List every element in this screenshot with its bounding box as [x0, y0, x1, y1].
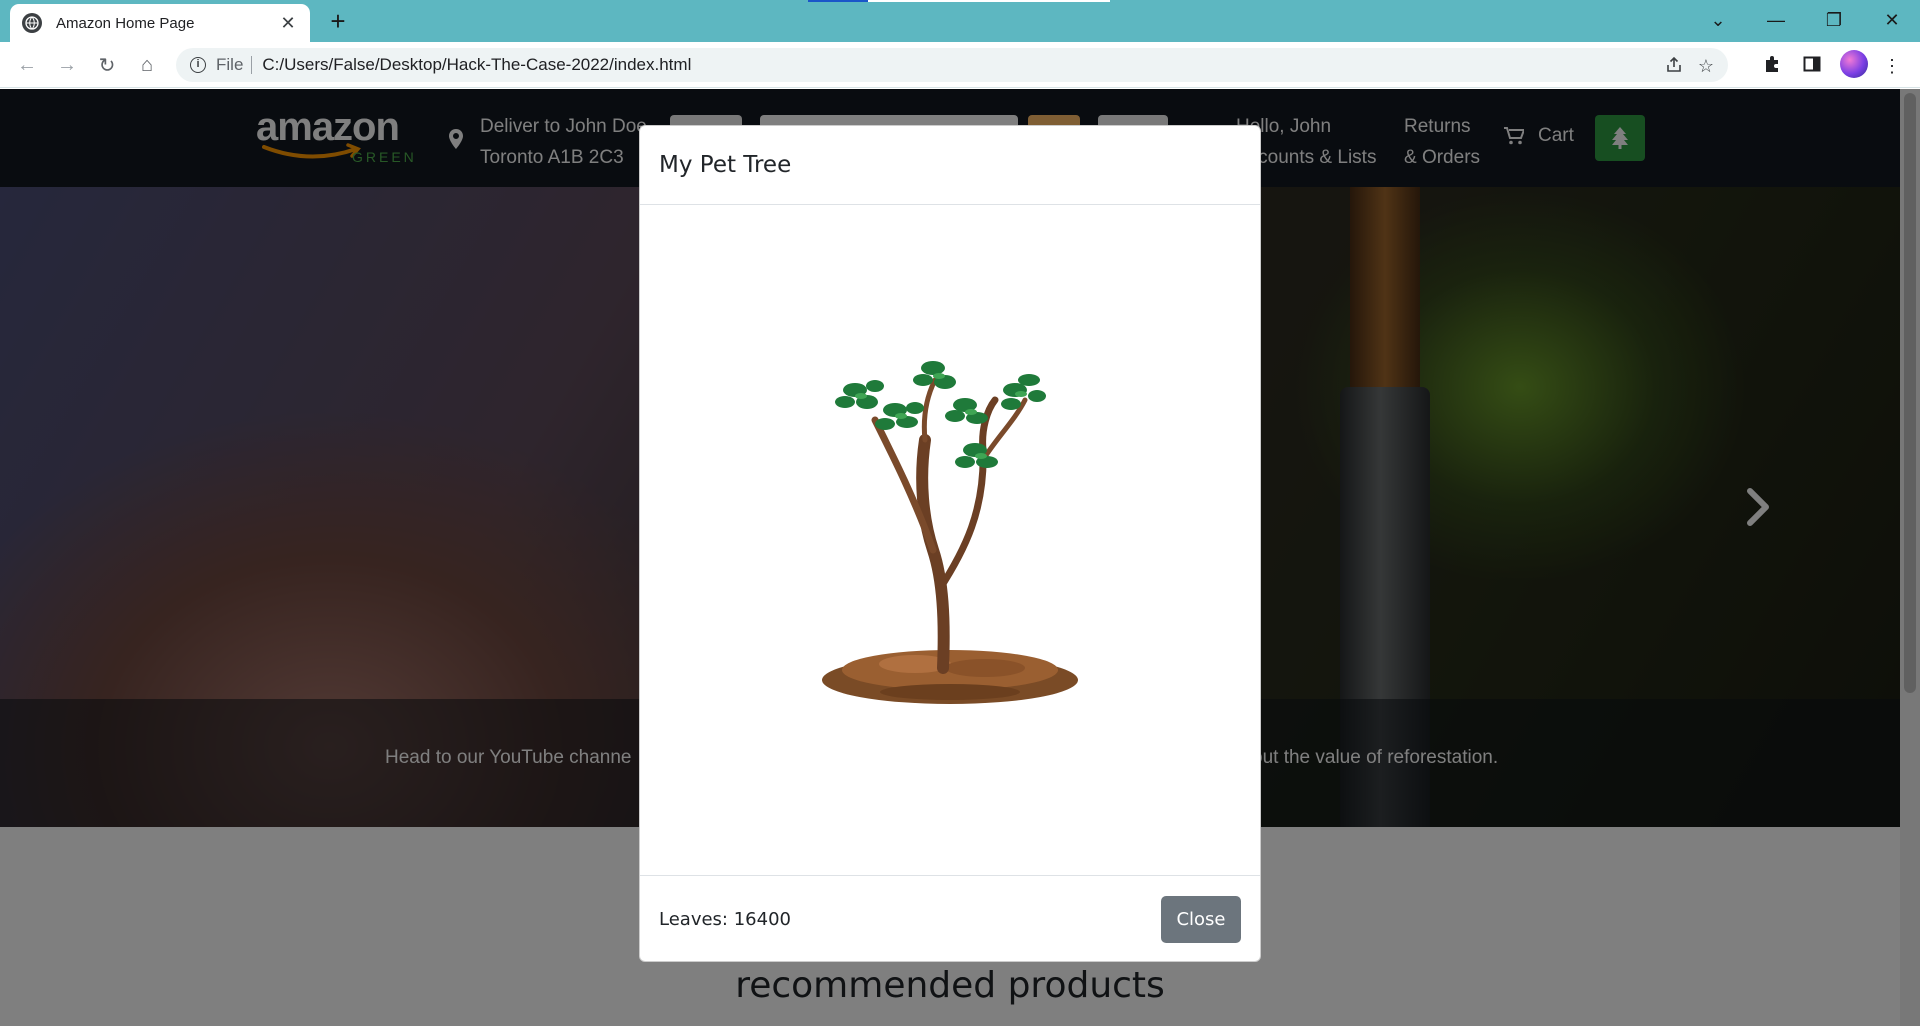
profile-avatar[interactable] [1840, 50, 1868, 78]
more-menu-icon[interactable]: ⋮ [1880, 54, 1904, 78]
pet-tree-modal: My Pet Tree Leaves: 16400 Close [639, 125, 1261, 962]
address-bar[interactable]: i File C:/Users/False/Desktop/Hack-The-C… [176, 48, 1728, 82]
share-icon[interactable] [1664, 56, 1684, 76]
modal-title: My Pet Tree [659, 152, 792, 178]
tab-strip-indicator-secondary [868, 0, 1110, 2]
browser-tab-active[interactable]: Amazon Home Page ✕ [10, 4, 310, 42]
tab-search-button[interactable]: ⌄ [1698, 6, 1738, 34]
browser-toolbar: ← → ↻ ⌂ i File C:/Users/False/Desktop/Ha… [0, 42, 1920, 88]
close-window-button[interactable]: ✕ [1872, 6, 1912, 34]
leaves-count: Leaves: 16400 [659, 908, 791, 930]
minimize-button[interactable]: — [1756, 6, 1796, 34]
reload-button[interactable]: ↻ [92, 50, 122, 80]
modal-body [640, 205, 1260, 876]
tab-strip-indicator [808, 0, 868, 2]
new-tab-button[interactable]: + [324, 8, 352, 36]
modal-footer: Leaves: 16400 Close [640, 876, 1260, 961]
url-scheme: File [216, 55, 244, 74]
restore-button[interactable]: ❐ [1814, 6, 1854, 34]
url-text[interactable]: C:/Users/False/Desktop/Hack-The-Case-202… [262, 55, 691, 75]
tab-title: Amazon Home Page [56, 14, 195, 32]
close-button[interactable]: Close [1161, 895, 1241, 943]
browser-tab-strip: Amazon Home Page ✕ + ⌄ — ❐ ✕ [0, 0, 1920, 42]
tab-close-icon[interactable]: ✕ [278, 13, 298, 34]
home-button[interactable]: ⌂ [132, 50, 162, 80]
extensions-icon[interactable] [1760, 54, 1784, 78]
forward-button[interactable]: → [52, 50, 82, 80]
pet-tree-image [822, 361, 1078, 704]
side-panel-icon[interactable] [1800, 54, 1824, 78]
back-button[interactable]: ← [12, 50, 42, 80]
globe-icon [22, 13, 42, 33]
star-icon[interactable]: ☆ [1696, 56, 1716, 76]
modal-header: My Pet Tree [640, 126, 1260, 205]
info-icon[interactable]: i [190, 57, 206, 73]
url-separator [251, 56, 253, 74]
